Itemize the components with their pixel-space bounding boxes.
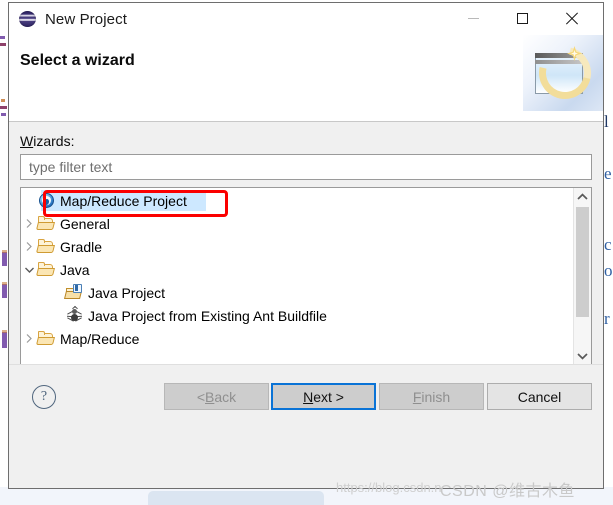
folder-icon bbox=[36, 330, 56, 347]
background-editor-tab bbox=[148, 491, 324, 505]
tree-item-label: General bbox=[60, 215, 110, 232]
background-code-fragment bbox=[2, 282, 7, 285]
tree-item-gradle[interactable]: Gradle bbox=[21, 235, 573, 258]
folder-icon bbox=[36, 261, 56, 278]
tree-item-label: Map/Reduce Project bbox=[60, 192, 187, 209]
tree-item-label: Map/Reduce bbox=[60, 330, 140, 347]
wizard-tree[interactable]: Map/Reduce Project General Gradle Java Java … bbox=[20, 187, 592, 365]
dialog-titlebar: New Project bbox=[9, 3, 603, 35]
tree-item-java[interactable]: Java bbox=[21, 258, 573, 281]
search-input[interactable]: type filter text bbox=[20, 154, 592, 180]
back-button[interactable]: < Back bbox=[164, 383, 269, 410]
background-code-fragment bbox=[2, 250, 7, 253]
background-code-fragment bbox=[1, 99, 5, 102]
background-edge-letter: l bbox=[604, 112, 609, 131]
tree-item-java-project-from-existing-ant-buildfile[interactable]: Java Project from Existing Ant Buildfile bbox=[21, 304, 573, 327]
next-button[interactable]: Next > bbox=[271, 383, 376, 410]
eclipse-sphere-icon bbox=[19, 10, 37, 28]
map-reduce-project-icon bbox=[37, 192, 56, 209]
finish-button[interactable]: Finish bbox=[379, 383, 484, 410]
dialog-body: Wizards: type filter text Map/Reduce Pro… bbox=[9, 122, 603, 427]
chevron-up-icon[interactable] bbox=[574, 188, 591, 205]
chevron-right-icon[interactable] bbox=[21, 333, 37, 344]
background-code-fragment bbox=[0, 106, 7, 109]
background-left-strip bbox=[0, 0, 8, 487]
chevron-right-icon[interactable] bbox=[21, 218, 37, 229]
ant-buildfile-icon bbox=[65, 305, 84, 324]
background-edge-letter: c bbox=[604, 235, 612, 254]
background-edge-letter: e bbox=[604, 164, 612, 183]
java-project-icon bbox=[64, 284, 84, 301]
folder-icon bbox=[36, 215, 56, 232]
tree-item-label: Java Project bbox=[88, 284, 166, 301]
wizards-label-mnemonic: W bbox=[20, 133, 34, 149]
new-project-dialog: New Project Select a wizard Wizards: typ… bbox=[8, 2, 604, 489]
tree-item-map-reduce[interactable]: Map/Reduce bbox=[21, 327, 573, 350]
close-icon[interactable] bbox=[548, 3, 594, 34]
wizard-tree-list: Map/Reduce Project General Gradle Java Java … bbox=[21, 188, 573, 350]
tree-item-map-reduce-project[interactable]: Map/Reduce Project bbox=[21, 189, 573, 212]
chevron-right-icon[interactable] bbox=[21, 241, 37, 252]
chevron-down-icon[interactable] bbox=[21, 266, 37, 274]
folder-icon bbox=[36, 238, 56, 255]
chevron-down-icon[interactable] bbox=[574, 347, 591, 364]
tree-item-label: Java Project from Existing Ant Buildfile bbox=[88, 307, 327, 324]
background-edge-letter: r bbox=[604, 309, 610, 328]
tree-item-java-project[interactable]: Java Project bbox=[21, 281, 573, 304]
wizards-label-rest: izards: bbox=[33, 133, 75, 149]
help-question-icon[interactable]: ? bbox=[32, 385, 56, 409]
dialog-footer: ? < Back Next > Finish Cancel bbox=[9, 364, 603, 427]
background-code-fragment bbox=[1, 113, 6, 116]
background-code-fragment bbox=[2, 284, 7, 298]
dialog-title: New Project bbox=[45, 10, 127, 28]
wizards-label: Wizards: bbox=[20, 133, 74, 149]
search-input-placeholder: type filter text bbox=[29, 159, 113, 175]
tree-item-label: Java bbox=[60, 261, 90, 278]
page-title: Select a wizard bbox=[20, 52, 135, 69]
tree-item-label: Gradle bbox=[60, 238, 103, 255]
minimize-icon[interactable] bbox=[450, 3, 496, 34]
vertical-scrollbar[interactable] bbox=[573, 188, 591, 364]
scrollbar-thumb[interactable] bbox=[576, 207, 589, 317]
maximize-icon[interactable] bbox=[499, 3, 545, 34]
cancel-button[interactable]: Cancel bbox=[487, 383, 592, 410]
dialog-header: Select a wizard bbox=[9, 35, 603, 122]
tree-item-general[interactable]: General bbox=[21, 212, 573, 235]
background-code-fragment bbox=[2, 332, 7, 348]
wizard-banner-image bbox=[523, 35, 603, 111]
background-code-fragment bbox=[2, 252, 7, 266]
background-code-fragment bbox=[0, 36, 5, 39]
background-code-fragment bbox=[2, 330, 7, 333]
background-edge-letter: o bbox=[604, 261, 613, 280]
background-code-fragment bbox=[0, 43, 6, 46]
